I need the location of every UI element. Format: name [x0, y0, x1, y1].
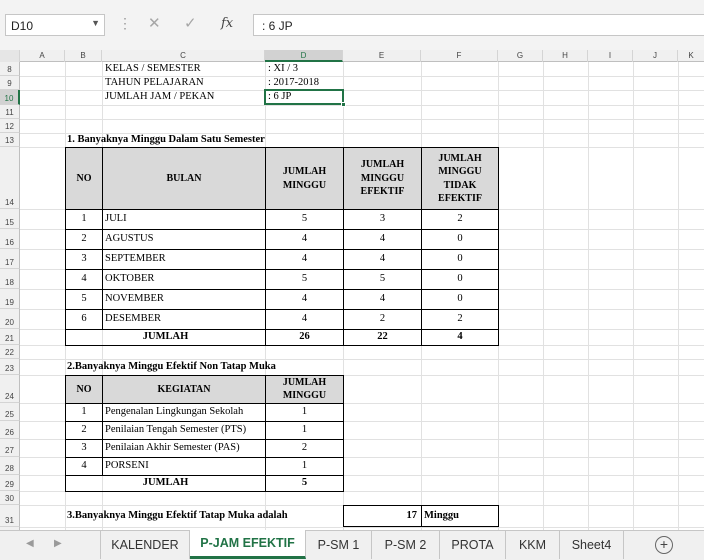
- column-header-selected[interactable]: D: [265, 50, 343, 62]
- gridline: [20, 527, 704, 528]
- row-header[interactable]: 23: [0, 359, 20, 375]
- row-header[interactable]: 30: [0, 491, 20, 505]
- tab-scroll-left-icon[interactable]: ◀: [26, 538, 34, 549]
- fill-handle[interactable]: [341, 102, 346, 107]
- tab-sheet4[interactable]: Sheet4: [560, 531, 624, 559]
- column-header[interactable]: A: [20, 50, 65, 62]
- section1-title[interactable]: 1. Banyaknya Minggu Dalam Satu Semester: [67, 134, 265, 145]
- s2-border: [65, 403, 344, 404]
- s3-unit[interactable]: Minggu: [422, 506, 498, 526]
- s1-border: [343, 147, 344, 346]
- gridline: [20, 119, 704, 120]
- row-header[interactable]: 15: [0, 209, 20, 229]
- row-header[interactable]: 20: [0, 309, 20, 329]
- tab-prota[interactable]: PROTA: [440, 531, 506, 559]
- column-header[interactable]: B: [65, 50, 102, 62]
- check-icon[interactable]: ✓: [184, 14, 197, 32]
- row-header[interactable]: 12: [0, 119, 20, 133]
- row-header[interactable]: 22: [0, 345, 20, 359]
- column-header[interactable]: I: [588, 50, 633, 62]
- column-header[interactable]: G: [498, 50, 543, 62]
- grip-icon: ⋮: [118, 15, 132, 31]
- column-header[interactable]: H: [543, 50, 588, 62]
- row-header[interactable]: 17: [0, 249, 20, 269]
- cancel-icon[interactable]: ✕: [148, 14, 161, 32]
- row-header[interactable]: 14: [0, 147, 20, 209]
- row-header[interactable]: 31: [0, 505, 20, 527]
- s2-border: [65, 457, 344, 458]
- tab-p-sm-2[interactable]: P-SM 2: [372, 531, 440, 559]
- row-header[interactable]: 21: [0, 329, 20, 345]
- formula-input[interactable]: : 6 JP: [253, 14, 704, 36]
- row-header[interactable]: 16: [0, 229, 20, 249]
- s2-border: [65, 421, 344, 422]
- kelas-value[interactable]: : XI / 3: [268, 63, 298, 74]
- tab-p-jam-efektif[interactable]: P-JAM EFEKTIF: [190, 530, 306, 559]
- s1-border: [65, 329, 499, 330]
- column-header[interactable]: F: [421, 50, 498, 62]
- s1-border: [65, 289, 499, 290]
- row-header[interactable]: 9: [0, 76, 20, 90]
- column-headers: A B C D E F G H I J K: [0, 50, 704, 62]
- s3-value[interactable]: 17: [344, 506, 421, 526]
- function-icon[interactable]: fx: [221, 16, 233, 31]
- row-header[interactable]: 27: [0, 439, 20, 457]
- row-header[interactable]: 19: [0, 289, 20, 309]
- s1-border: [65, 249, 499, 250]
- tahun-label[interactable]: TAHUN PELAJARAN: [105, 77, 204, 88]
- row-header[interactable]: 25: [0, 403, 20, 421]
- name-box-value: D10: [11, 19, 34, 33]
- s2-border: [65, 439, 344, 440]
- sheet-tab-bar: ◀ ▶ KALENDER P-JAM EFEKTIF P-SM 1 P-SM 2…: [0, 530, 704, 560]
- jam-label[interactable]: JUMLAH JAM / PEKAN: [105, 91, 214, 102]
- row-header[interactable]: 8: [0, 62, 20, 76]
- s2-border: [102, 375, 103, 475]
- row-header[interactable]: 29: [0, 475, 20, 491]
- s1-border: [65, 309, 499, 310]
- row-header[interactable]: 24: [0, 375, 20, 403]
- kelas-label[interactable]: KELAS / SEMESTER: [105, 63, 201, 74]
- formula-value: : 6 JP: [262, 19, 293, 33]
- s2-border: [65, 475, 344, 476]
- row-header[interactable]: 11: [0, 105, 20, 119]
- selected-cell-d10[interactable]: [264, 89, 346, 107]
- s1-border: [65, 209, 499, 210]
- row-header[interactable]: 26: [0, 421, 20, 439]
- tab-kkm[interactable]: KKM: [506, 531, 560, 559]
- tahun-value[interactable]: : 2017-2018: [268, 77, 319, 88]
- s1-border: [65, 229, 499, 230]
- section2-title[interactable]: 2.Banyaknya Minggu Efektif Non Tatap Muk…: [67, 361, 276, 372]
- add-sheet-icon[interactable]: +: [655, 536, 673, 554]
- tab-kalender[interactable]: KALENDER: [100, 531, 190, 559]
- formula-bar: D10 ▼ ⋮ ✕ ✓ fx : 6 JP: [0, 0, 704, 50]
- tab-scroll-right-icon[interactable]: ▶: [54, 538, 62, 549]
- s1-table-border: [65, 147, 499, 346]
- gridline: [20, 105, 704, 106]
- row-header[interactable]: 13: [0, 133, 20, 147]
- select-all-corner[interactable]: [0, 50, 20, 62]
- s1-border: [265, 147, 266, 346]
- s1-border: [102, 147, 103, 330]
- row-header[interactable]: 28: [0, 457, 20, 475]
- column-header[interactable]: J: [633, 50, 678, 62]
- gridline: [20, 359, 704, 360]
- name-box[interactable]: D10 ▼: [5, 14, 105, 36]
- chevron-down-icon[interactable]: ▼: [91, 18, 100, 28]
- row-header[interactable]: 18: [0, 269, 20, 289]
- column-header[interactable]: E: [343, 50, 421, 62]
- column-header[interactable]: C: [102, 50, 265, 62]
- tab-p-sm-1[interactable]: P-SM 1: [306, 531, 372, 559]
- column-header[interactable]: K: [678, 50, 704, 62]
- s1-border: [65, 269, 499, 270]
- s1-border: [421, 147, 422, 346]
- section3-title[interactable]: 3.Banyaknya Minggu Efektif Tatap Muka ad…: [67, 510, 288, 521]
- row-header-selected[interactable]: 10: [0, 90, 20, 105]
